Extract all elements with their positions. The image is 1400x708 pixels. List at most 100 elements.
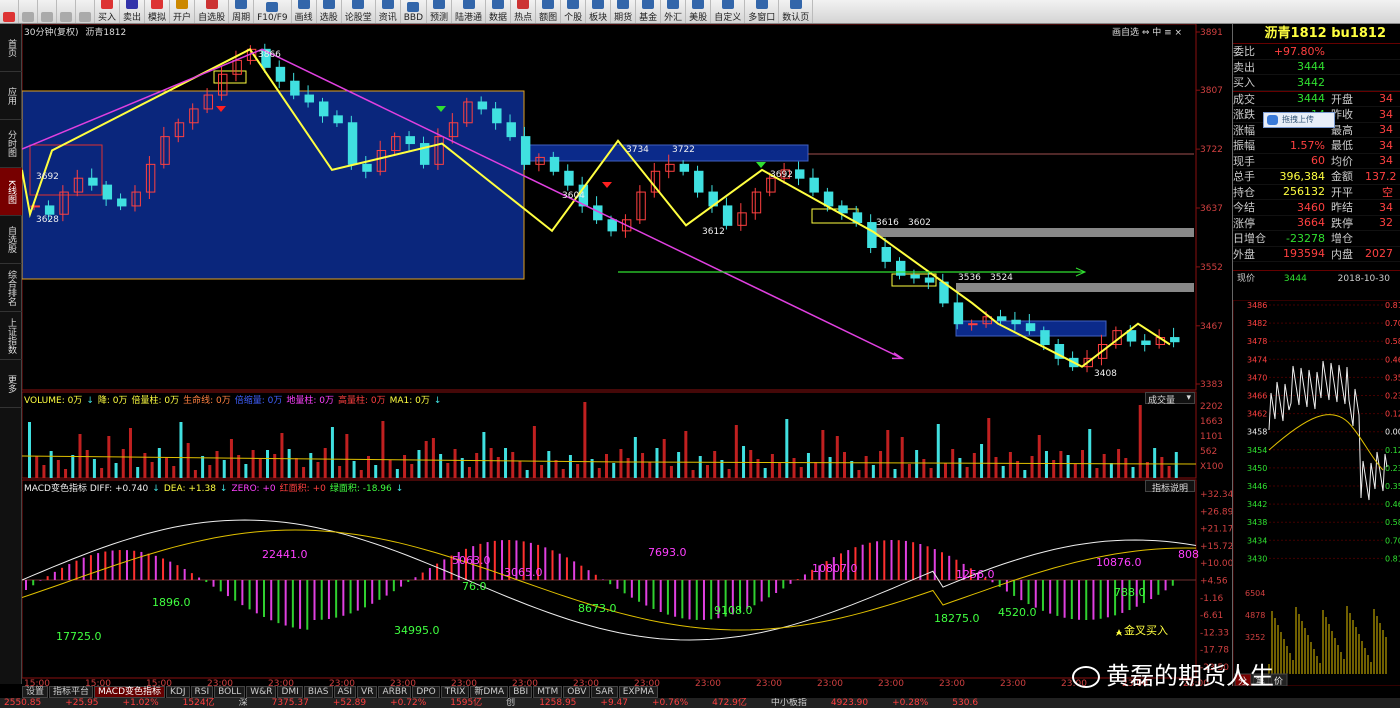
volume-bar [641, 453, 645, 478]
sidebar-item-0[interactable]: 首页 [0, 24, 22, 72]
toolbar-label: 开户 [173, 13, 192, 23]
sidebar-item-5[interactable]: 综合排名 [0, 264, 22, 312]
toolbar-button-3[interactable] [57, 0, 76, 23]
toolbar-button-1[interactable] [19, 0, 38, 23]
intraday-axis-label: 3478 [1247, 337, 1267, 346]
toolbar-button-14[interactable]: 论股堂 [342, 0, 376, 23]
indicator-tab-0[interactable]: 设置 [22, 686, 49, 698]
toolbar-button-17[interactable]: 预测 [427, 0, 453, 23]
toolbar-button-16[interactable]: BBD [401, 0, 428, 23]
indicator-tab-7[interactable]: DMI [277, 686, 303, 698]
sidebar-item-1[interactable]: 应用 [0, 72, 22, 120]
toolbar-button-25[interactable]: 基金 [636, 0, 662, 23]
indicator-tab-6[interactable]: W&R [246, 686, 277, 698]
indicator-tab-17[interactable]: OBV [563, 686, 591, 698]
indicator-tab-15[interactable]: BBI [509, 686, 533, 698]
macd-header-item: DEA: +1.38 [163, 484, 216, 494]
indicator-tab-19[interactable]: EXPMA [618, 686, 658, 698]
indicator-tab-5[interactable]: BOLL [214, 686, 246, 698]
intraday-axis-label: 3430 [1247, 554, 1267, 563]
macd-axis-label: +15.72 [1200, 542, 1232, 552]
indicator-tab-4[interactable]: RSI [190, 686, 214, 698]
indicator-tab-13[interactable]: TRIX [440, 686, 470, 698]
indicator-tab-18[interactable]: SAR [591, 686, 618, 698]
volume-bar [251, 450, 255, 478]
toolbar-button-11[interactable]: F10/F9 [254, 0, 292, 23]
candle-body [102, 184, 113, 200]
quote-value-2: 34 [1379, 123, 1393, 137]
indicator-tab-14[interactable]: 新DMA [470, 686, 509, 698]
volume-bar [100, 468, 104, 478]
intraday-chart[interactable]: 3486 0.81 3482 0.70 3478 0.58 3474 0.46 3470 0.35… [1233, 300, 1400, 686]
volume-bar [864, 456, 868, 478]
status-item: 创 [506, 698, 516, 708]
toolbar-button-4[interactable] [76, 0, 95, 23]
toolbar-button-9[interactable]: 自选股 [195, 0, 230, 23]
toolbar-button-29[interactable]: 多窗口 [745, 0, 780, 23]
toolbar-button-7[interactable]: 模拟 [145, 0, 171, 23]
toolbar-label: 模拟 [148, 13, 167, 23]
toolbar-button-20[interactable]: 热点 [511, 0, 537, 23]
cycle-icon [235, 0, 248, 9]
indicator-tab-9[interactable]: ASI [333, 686, 357, 698]
sidebar-item-3[interactable]: K线图 [0, 168, 22, 216]
price-annotation: 3628 [36, 215, 59, 225]
toolbar-button-27[interactable]: 美股 [686, 0, 712, 23]
toolbar-button-12[interactable]: 画线 [292, 0, 317, 23]
toolbar-button-0[interactable] [0, 0, 19, 23]
toolbar-button-21[interactable]: 额图 [536, 0, 562, 23]
toolbar-button-15[interactable]: 资讯 [376, 0, 401, 23]
volume-bar [980, 444, 984, 478]
toolbar-button-22[interactable]: 个股 [561, 0, 587, 23]
kline-chart[interactable]: 3891 3807 3722 3637 3552 3467 3383 3866 3692 3628… [22, 24, 1232, 688]
toolbar-button-30[interactable]: 数认页 [779, 0, 814, 23]
indicator-tab-11[interactable]: ARBR [378, 686, 412, 698]
intraday-axis-label: 3486 [1247, 301, 1267, 310]
intraday-pct-label: 0.58 [1385, 337, 1400, 346]
candle-body [117, 198, 127, 207]
quote-row: 振幅 1.57% 最低 34 [1233, 138, 1400, 154]
volume-bar [273, 454, 277, 478]
indicator-tab-2[interactable]: MACD变色指标 [94, 686, 166, 698]
volume-label-button[interactable]: 成交量 ▾ [1145, 392, 1195, 406]
intraday-axis-label: 3438 [1247, 518, 1267, 527]
candle-body [520, 136, 531, 165]
indicator-tab-3[interactable]: KDJ [166, 686, 190, 698]
toolbar-button-5[interactable]: 买入 [95, 0, 121, 23]
indicator-tab-8[interactable]: BIAS [303, 686, 333, 698]
custom-icon [721, 0, 734, 9]
volume-bar [179, 422, 183, 478]
toolbar-button-6[interactable]: 卖出 [120, 0, 146, 23]
toolbar-button-23[interactable]: 板块 [586, 0, 612, 23]
indicator-tab-10[interactable]: VR [357, 686, 378, 698]
volume-bar [1095, 468, 1099, 478]
macd-axis-label: +4.56 [1200, 577, 1228, 587]
indicator-tab-12[interactable]: DPO [412, 686, 440, 698]
toolbar-button-18[interactable]: 陆港通 [452, 0, 487, 23]
status-item: +1.02% [122, 698, 159, 708]
toolbar-button-26[interactable]: 外汇 [661, 0, 687, 23]
indicator-tab-1[interactable]: 指标平台 [49, 686, 94, 698]
status-item: 中小板指 [770, 698, 807, 708]
toolbar-button-13[interactable]: 选股 [317, 0, 342, 23]
sidebar-item-4[interactable]: 自选股 [0, 216, 22, 264]
volume-bar [114, 463, 118, 478]
candle-body [44, 205, 55, 215]
toolbar-button-8[interactable]: 开户 [170, 0, 196, 23]
drag-upload-popup[interactable]: 拖拽上传 [1263, 112, 1335, 128]
sidebar-item-6[interactable]: 上证指数 [0, 312, 22, 360]
time-axis-label: 23:00 [1000, 679, 1026, 688]
sidebar-item-7[interactable]: 更多 [0, 360, 22, 408]
toolbar-button-28[interactable]: 自定义 [711, 0, 746, 23]
macd-help-button[interactable]: 指标说明 [1145, 480, 1195, 494]
toolbar-button-10[interactable]: 周期 [229, 0, 255, 23]
price-axis-label: 3891 [1200, 28, 1223, 38]
sidebar-item-2[interactable]: 分时图 [0, 120, 22, 168]
volume-bar [886, 430, 890, 478]
toolbar-button-2[interactable] [38, 0, 57, 23]
toolbar-button-19[interactable]: 数据 [486, 0, 512, 23]
indicator-tab-16[interactable]: MTM [533, 686, 563, 698]
toolbar-button-24[interactable]: 期货 [611, 0, 637, 23]
volume-bar [677, 452, 681, 478]
volume-header-item: 生命线: 0万 [183, 396, 231, 406]
